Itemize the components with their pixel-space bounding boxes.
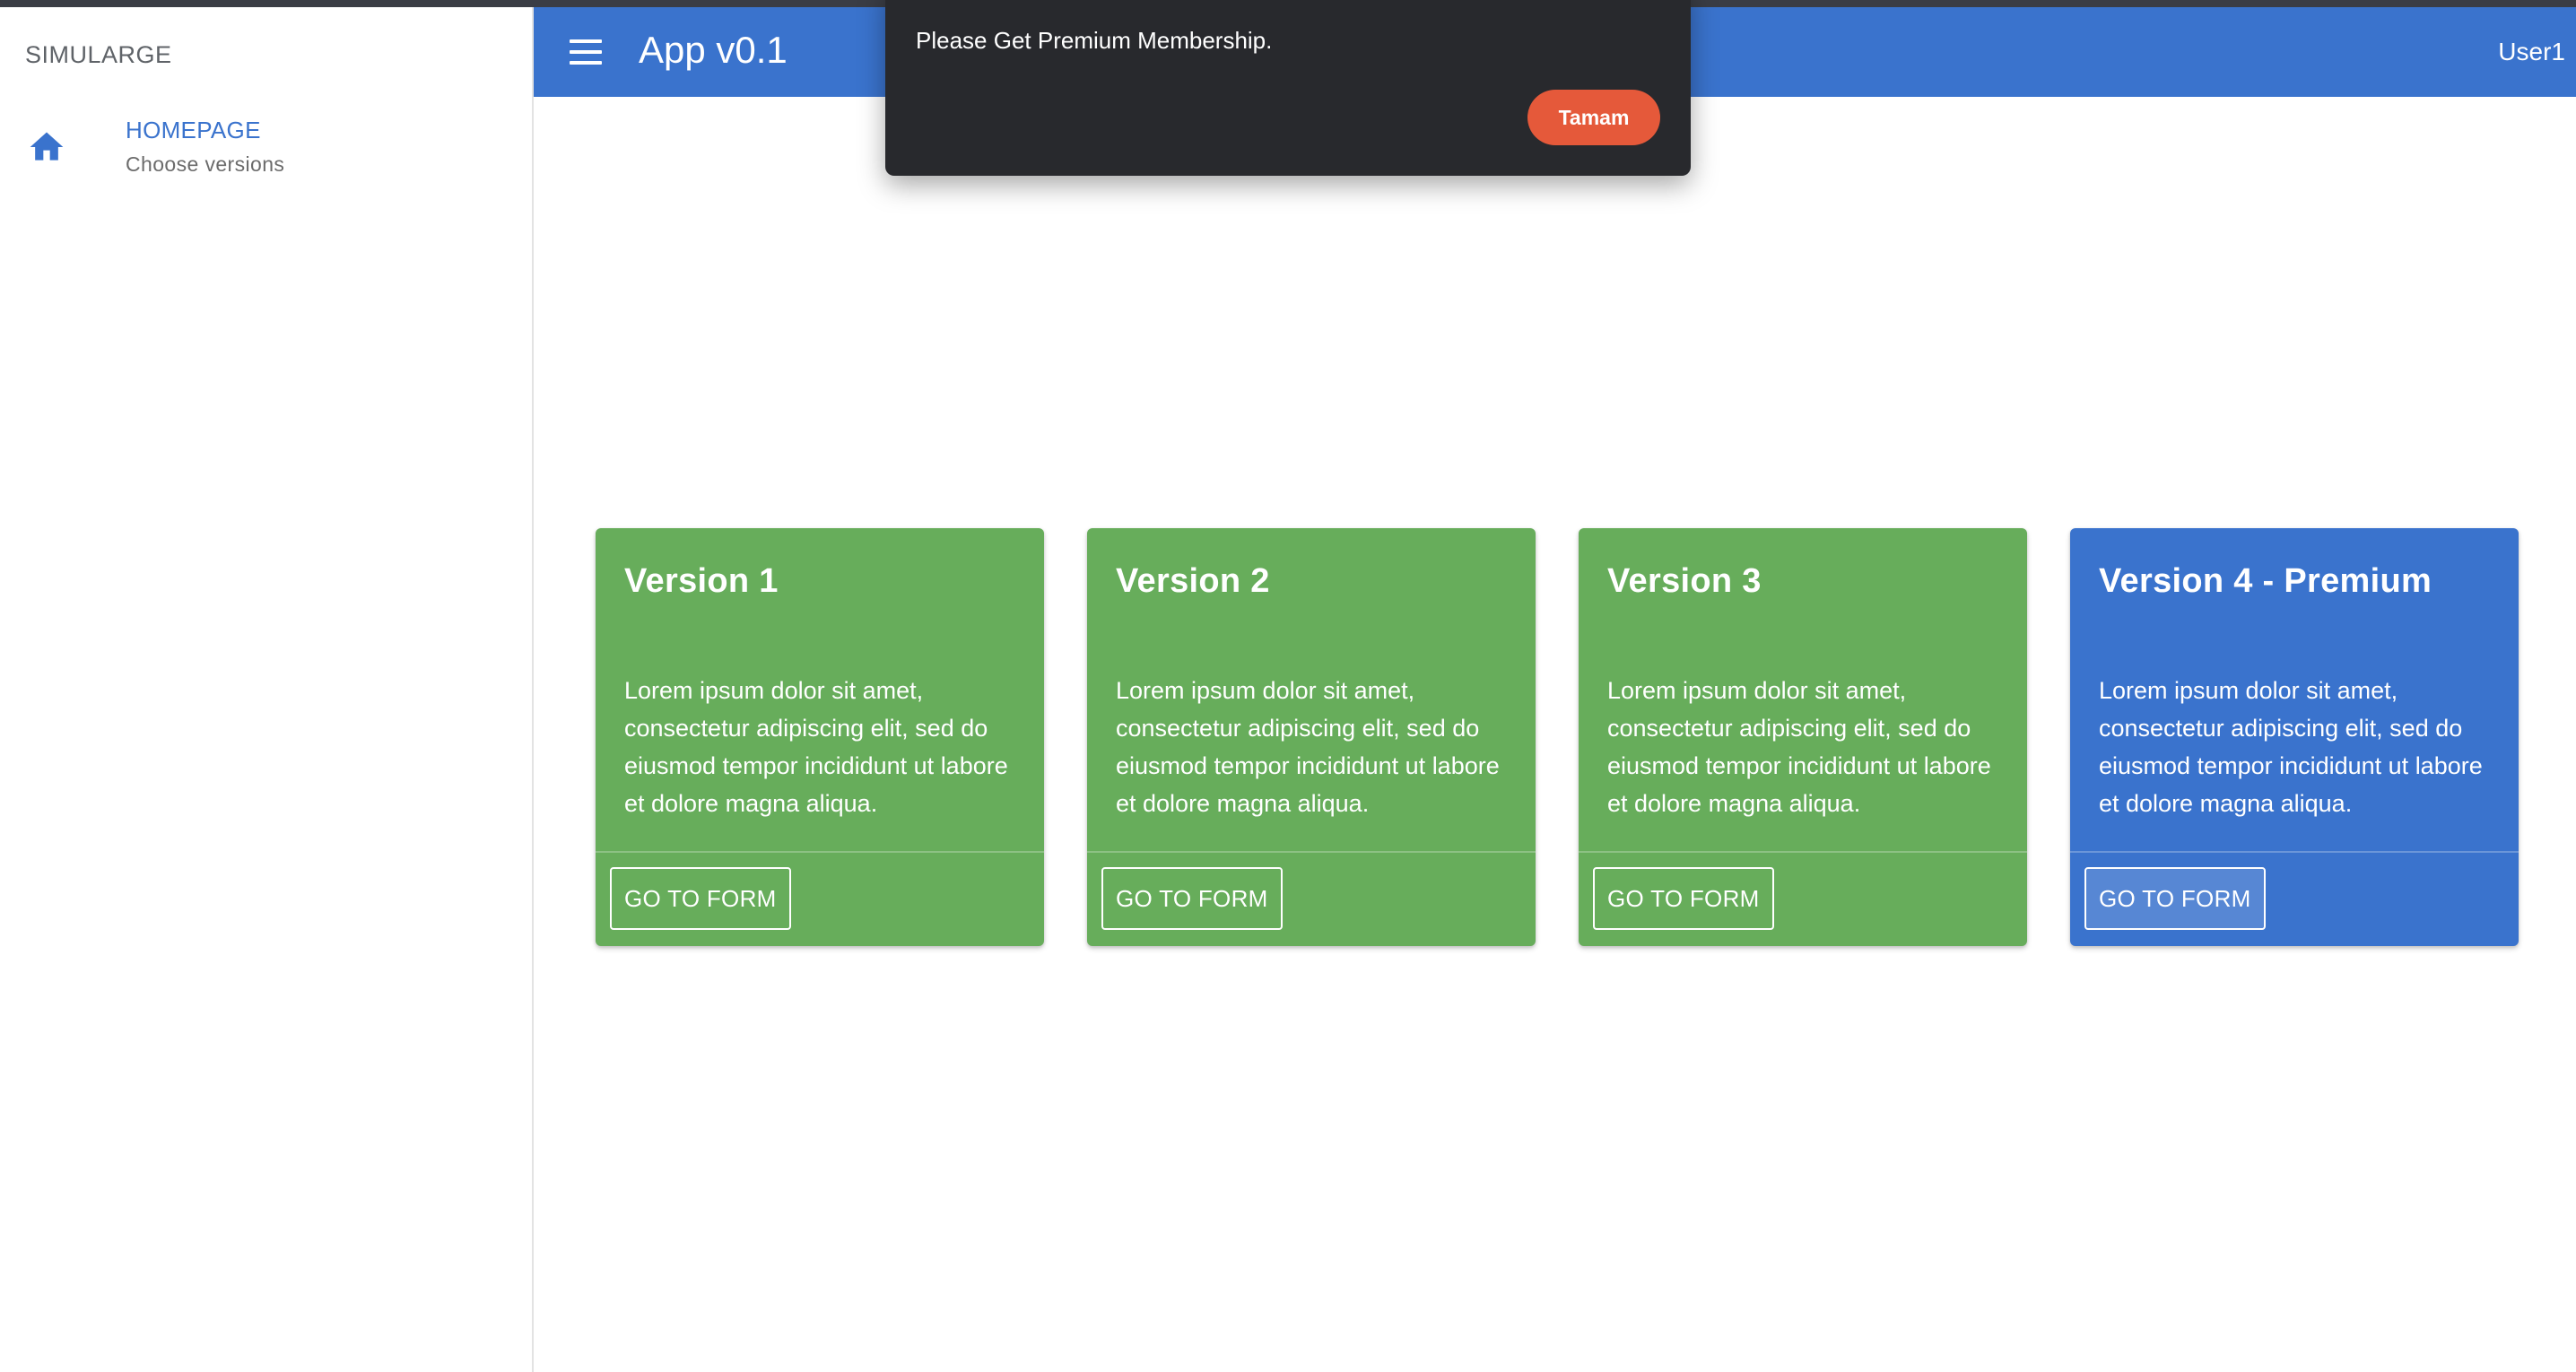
go-to-form-button-3[interactable]: GO TO FORM xyxy=(1593,867,1774,930)
card-divider xyxy=(1579,851,2027,853)
card-title: Version 2 xyxy=(1116,562,1270,600)
brand-name: SIMULARGE xyxy=(25,41,172,68)
go-to-form-button-4[interactable]: GO TO FORM xyxy=(2084,867,2266,930)
go-to-form-button-1[interactable]: GO TO FORM xyxy=(610,867,791,930)
card-description: Lorem ipsum dolor sit amet, consectetur … xyxy=(624,677,1008,817)
user-menu[interactable]: User1 xyxy=(2498,38,2565,66)
version-card-4-premium: Version 4 - Premium Lorem ipsum dolor si… xyxy=(2070,528,2519,946)
sidebar-item-sublabel: Choose versions xyxy=(126,152,285,176)
sidebar-item-homepage[interactable]: HOMEPAGE Choose versions xyxy=(0,104,532,194)
version-card-2: Version 2 Lorem ipsum dolor sit amet, co… xyxy=(1087,528,1536,946)
card-title: Version 3 xyxy=(1607,562,1762,600)
app-title: App v0.1 xyxy=(639,29,788,71)
sidebar-item-label: HOMEPAGE xyxy=(126,117,261,143)
home-icon xyxy=(30,132,64,161)
version-card-3: Version 3 Lorem ipsum dolor sit amet, co… xyxy=(1579,528,2027,946)
premium-dialog: Please Get Premium Membership. Tamam xyxy=(885,0,1691,176)
dialog-ok-button[interactable]: Tamam xyxy=(1527,90,1660,145)
card-description: Lorem ipsum dolor sit amet, consectetur … xyxy=(1116,677,1500,817)
version-card-1: Version 1 Lorem ipsum dolor sit amet, co… xyxy=(596,528,1044,946)
card-divider xyxy=(1087,851,1536,853)
card-title: Version 4 - Premium xyxy=(2099,562,2432,600)
card-divider xyxy=(2070,851,2519,853)
sidebar: SIMULARGE HOMEPAGE Choose versions xyxy=(0,7,534,1372)
hamburger-menu-icon[interactable] xyxy=(568,34,604,70)
card-title: Version 1 xyxy=(624,562,779,600)
card-description: Lorem ipsum dolor sit amet, consectetur … xyxy=(1607,677,1991,817)
dialog-message: Please Get Premium Membership. xyxy=(916,27,1273,54)
card-divider xyxy=(596,851,1044,853)
card-description: Lorem ipsum dolor sit amet, consectetur … xyxy=(2099,677,2483,817)
go-to-form-button-2[interactable]: GO TO FORM xyxy=(1101,867,1283,930)
